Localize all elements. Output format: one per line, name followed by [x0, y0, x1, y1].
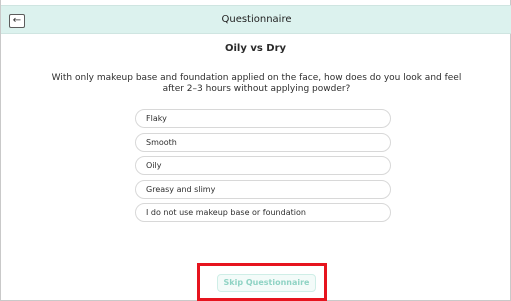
- skip-highlight-box: Skip Questionnaire: [197, 263, 327, 301]
- skip-questionnaire-button[interactable]: Skip Questionnaire: [217, 274, 316, 292]
- option-oily[interactable]: Oily: [135, 156, 391, 175]
- page-title: Questionnaire: [221, 14, 292, 25]
- option-greasy-and-slimy[interactable]: Greasy and slimy: [135, 179, 391, 199]
- header-bar: ← Questionnaire: [1, 5, 511, 34]
- option-flaky[interactable]: Flaky: [135, 109, 391, 128]
- questionnaire-screen: ← Questionnaire Oily vs Dry With only ma…: [0, 0, 511, 301]
- question-text: With only makeup base and foundation app…: [51, 73, 462, 94]
- section-subtitle: Oily vs Dry: [224, 43, 287, 54]
- option-no-makeup-base[interactable]: I do not use makeup base or foundation: [135, 203, 391, 222]
- option-smooth[interactable]: Smooth: [135, 132, 391, 152]
- options-list: Flaky Smooth Oily Greasy and slimy I do …: [135, 109, 391, 227]
